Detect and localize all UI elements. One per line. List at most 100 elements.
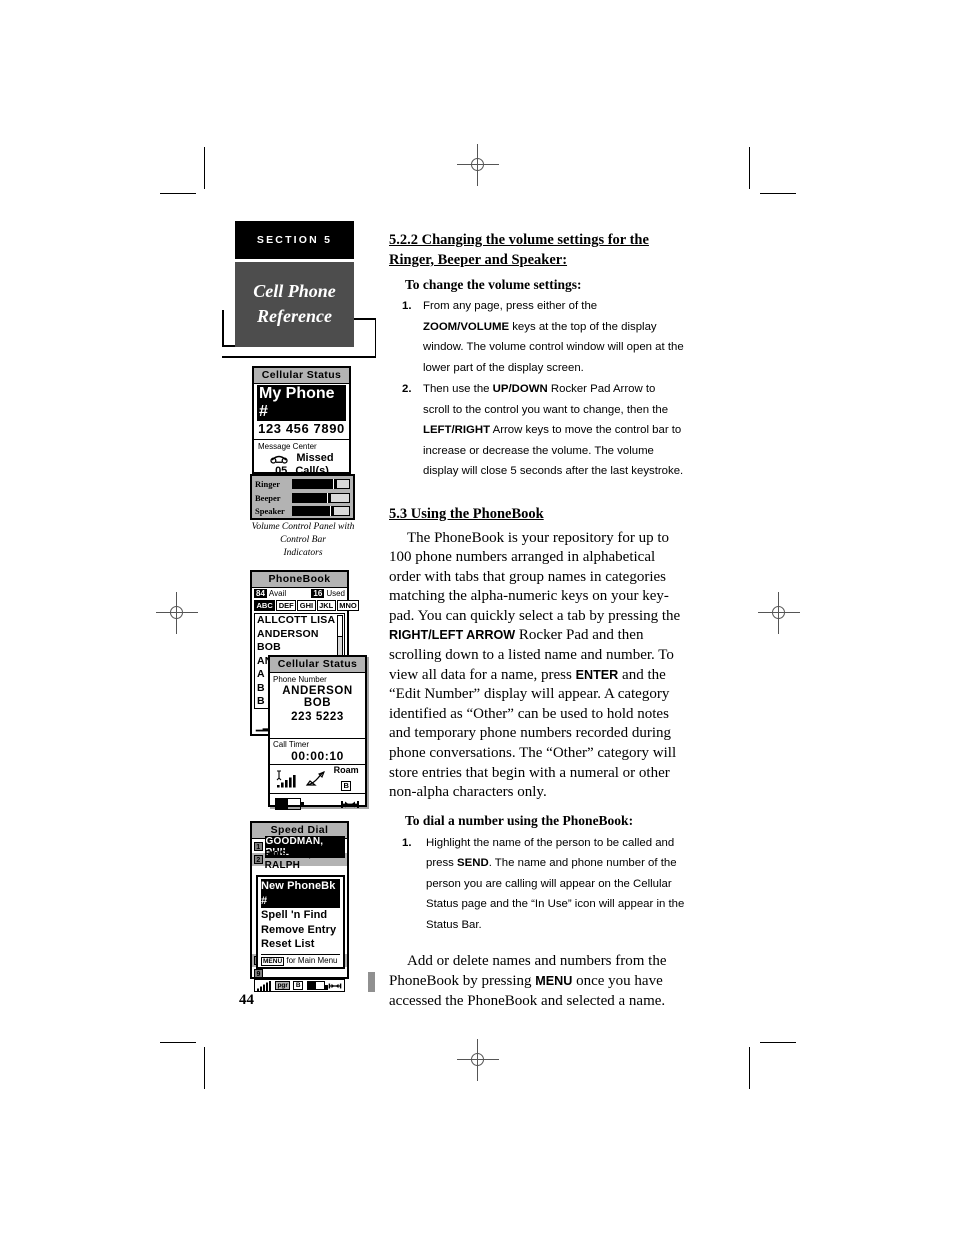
list-item: 2. Then use the UP/DOWN Rocker Pad Arrow… bbox=[389, 379, 685, 482]
call-timer-section: Call Timer 00:00:10 bbox=[270, 739, 365, 765]
in-use-icon bbox=[341, 800, 359, 808]
volume-row-speaker[interactable]: Speaker bbox=[255, 505, 350, 517]
status-icon-row: Roam B bbox=[270, 765, 365, 794]
tab-rule-left bbox=[222, 345, 235, 347]
volume-label-beeper: Beeper bbox=[255, 492, 281, 503]
menu-footer: MENU for Main Menu bbox=[261, 953, 340, 966]
volume-cursor-speaker[interactable] bbox=[329, 506, 334, 516]
figure-cellular-status-incall: Cellular Status Phone Number ANDERSON BO… bbox=[268, 655, 367, 810]
message-center-section: Message Center Missed 05 Call(s) bbox=[254, 440, 349, 478]
heading-5-3: 5.3 Using the PhoneBook bbox=[389, 505, 544, 522]
crop-mark-bottom-left-h bbox=[160, 1042, 196, 1044]
registration-mark-top bbox=[457, 144, 499, 186]
steps-volume-list: 1. From any page, press either of the ZO… bbox=[389, 296, 685, 482]
tab-rule-left-vertical bbox=[222, 310, 224, 346]
volume-fill-ringer bbox=[293, 480, 334, 488]
roam-label: Roam bbox=[333, 764, 359, 775]
crop-mark-bottom-left-v bbox=[204, 1047, 206, 1089]
figure-caption-line3: Indicators bbox=[283, 548, 323, 558]
phonebook-tab-jkl[interactable]: JKL bbox=[316, 600, 336, 611]
phonebook-title: PhoneBook bbox=[252, 572, 347, 588]
speed-dial-name-2: BOSTON, RALPH bbox=[264, 848, 312, 871]
speed-dial-index-9: 9 bbox=[254, 969, 263, 978]
phonebook-capacity-row: 84 Avail 16 Used bbox=[252, 588, 347, 599]
phonebook-used-count: 16 bbox=[311, 589, 325, 598]
step-number: 1. bbox=[402, 836, 412, 849]
battery-icon bbox=[275, 798, 304, 810]
menu-item-reset-list[interactable]: Reset List bbox=[261, 937, 340, 952]
volume-track-ringer[interactable] bbox=[292, 479, 350, 489]
menu-key-icon: MENU bbox=[261, 956, 285, 966]
section-title-block: Cell Phone Reference bbox=[235, 262, 354, 347]
list-item: 1. Highlight the name of the person to b… bbox=[389, 833, 685, 936]
crop-mark-bottom-right-v bbox=[749, 1047, 751, 1089]
volume-row-ringer[interactable]: Ringer bbox=[255, 478, 350, 490]
in-use-antenna-icon bbox=[305, 771, 325, 786]
volume-row-beeper[interactable]: Beeper bbox=[255, 492, 350, 504]
paragraph-phonebook-text: The PhoneBook is your repository for up … bbox=[389, 529, 681, 801]
speed-dial-index-2: 2 bbox=[254, 855, 263, 864]
phone-number-label: Phone Number bbox=[273, 675, 327, 684]
contact-name: ANDERSON BOB bbox=[282, 685, 353, 709]
main-text-column: 5.2.2 Changing the volume settings for t… bbox=[389, 231, 685, 1011]
step-number: 2. bbox=[402, 383, 412, 395]
volume-cursor-beeper[interactable] bbox=[326, 492, 331, 503]
volume-cursor-ringer[interactable] bbox=[333, 479, 338, 489]
band-b-icon: B bbox=[293, 981, 304, 990]
call-timer-label: Call Timer bbox=[273, 740, 310, 749]
cellular-status-2-title: Cellular Status bbox=[270, 657, 365, 673]
phonebook-tab-mno[interactable]: MNO bbox=[336, 600, 360, 611]
figure-caption-line1: Volume Control Panel with bbox=[251, 522, 355, 532]
menu-item-new-phonebk[interactable]: New PhoneBk # bbox=[261, 879, 340, 908]
figure-speed-dial: Speed Dial 1 GOODMAN, PHIL 2 BOSTON, RAL… bbox=[250, 821, 349, 992]
page-number: 44 bbox=[239, 992, 254, 1008]
volume-label-speaker: Speaker bbox=[255, 506, 285, 516]
my-phone-row: My Phone # 123 456 7890 bbox=[254, 384, 349, 440]
speed-dial-context-menu[interactable]: New PhoneBk # Spell 'n Find Remove Entry… bbox=[256, 875, 345, 969]
subheading-change-volume: To change the volume settings: bbox=[405, 277, 582, 292]
step-text: Then use the UP/DOWN Rocker Pad Arrow to… bbox=[423, 383, 684, 477]
volume-track-beeper[interactable] bbox=[292, 492, 350, 503]
phonebook-tab-abc[interactable]: ABC bbox=[254, 600, 276, 611]
list-item[interactable]: ANDERSON BOB bbox=[255, 628, 344, 655]
cellular-status-title: Cellular Status bbox=[254, 368, 349, 384]
steps-dial-list: 1. Highlight the name of the person to b… bbox=[389, 833, 685, 936]
registration-mark-bottom bbox=[457, 1039, 499, 1081]
speed-dial-entry-2[interactable]: 2 BOSTON, RALPH bbox=[252, 849, 347, 871]
list-item[interactable]: ALLCOTT LISA bbox=[255, 614, 344, 628]
tab-rule-bottom bbox=[222, 356, 376, 358]
heading-5-2-2: 5.2.2 Changing the volume settings for t… bbox=[389, 232, 649, 268]
phonebook-avail-count: 84 bbox=[254, 589, 267, 598]
roam-band: B bbox=[340, 780, 352, 791]
registration-mark-right bbox=[758, 592, 800, 634]
crop-mark-top-left-h bbox=[160, 193, 196, 195]
manual-page: SECTION 5 Cell Phone Reference Cellular … bbox=[0, 0, 954, 1235]
battery-icon bbox=[306, 981, 328, 990]
scrollbar-thumb[interactable] bbox=[338, 616, 342, 637]
battery-row bbox=[270, 794, 365, 814]
phone-number-section: Phone Number ANDERSON BOB 223 5223 bbox=[270, 673, 365, 739]
volume-control-panel[interactable]: Ringer Beeper Speaker bbox=[250, 474, 355, 520]
crop-mark-top-right-h bbox=[760, 193, 796, 195]
menu-item-remove-entry[interactable]: Remove Entry bbox=[261, 923, 340, 938]
signal-bars-icon bbox=[257, 980, 271, 991]
my-phone-number: 123 456 7890 bbox=[258, 421, 345, 436]
menu-item-spell-n-find[interactable]: Spell 'n Find bbox=[261, 908, 340, 923]
paragraph-add-delete-text: Add or delete names and numbers from the… bbox=[389, 953, 667, 1009]
speed-dial-status-bar: pgr B bbox=[254, 979, 345, 992]
step-number: 1. bbox=[402, 300, 412, 312]
volume-fill-speaker bbox=[293, 507, 330, 515]
phonebook-tabs[interactable]: ABC DEF GHI JKL MNO bbox=[252, 599, 360, 613]
figure-caption-volume: Volume Control Panel with Control Bar In… bbox=[238, 521, 368, 560]
crop-mark-top-left-v bbox=[204, 147, 206, 189]
step-text: From any page, press either of the ZOOM/… bbox=[423, 300, 684, 374]
missed-label: Missed bbox=[296, 451, 334, 464]
volume-fill-beeper bbox=[293, 493, 327, 502]
tab-rule-bottom-vertical bbox=[374, 318, 376, 357]
phonebook-tab-def[interactable]: DEF bbox=[276, 600, 297, 611]
phonebook-used-label: Used bbox=[326, 589, 345, 598]
signal-bars-icon bbox=[276, 770, 296, 788]
volume-track-speaker[interactable] bbox=[292, 506, 350, 516]
phonebook-tab-ghi[interactable]: GHI bbox=[297, 600, 316, 611]
menu-footer-text: for Main Menu bbox=[286, 955, 338, 965]
